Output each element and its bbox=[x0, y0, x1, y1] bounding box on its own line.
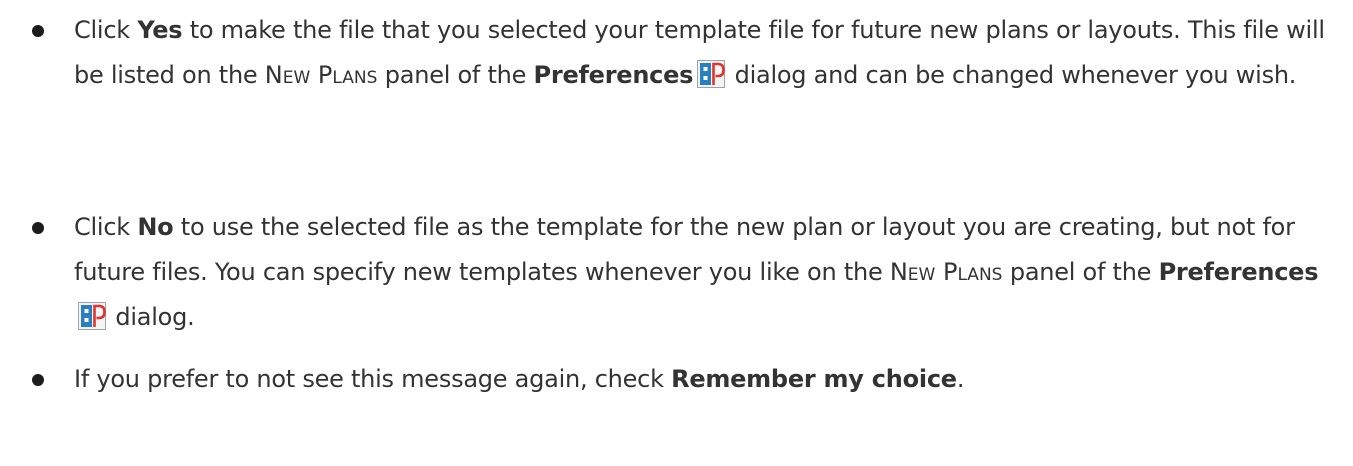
list-item-text: Click No to use the selected file as the… bbox=[74, 213, 1319, 331]
yes-label: Yes bbox=[137, 16, 183, 44]
preferences-label: Preferences bbox=[1158, 258, 1319, 286]
bullet-icon bbox=[32, 374, 44, 386]
new-plans-panel-name: New Plans bbox=[264, 61, 378, 89]
list-item-text: If you prefer to not see this message ag… bbox=[74, 365, 965, 393]
no-label: No bbox=[137, 213, 174, 241]
preferences-label: Preferences bbox=[533, 61, 694, 89]
preferences-icon bbox=[697, 60, 726, 88]
new-plans-panel-name: New Plans bbox=[889, 258, 1003, 286]
list-item-text: Click Yes to make the file that you sele… bbox=[74, 16, 1325, 89]
bullet-icon bbox=[32, 222, 44, 234]
bullet-icon bbox=[32, 25, 44, 37]
remember-my-choice-label: Remember my choice bbox=[671, 365, 957, 393]
preferences-icon bbox=[78, 302, 106, 330]
list-item-yes: Click Yes to make the file that you sele… bbox=[32, 8, 1339, 98]
list-item-remember: If you prefer to not see this message ag… bbox=[32, 357, 1339, 402]
list-item-no: Click No to use the selected file as the… bbox=[32, 205, 1339, 340]
